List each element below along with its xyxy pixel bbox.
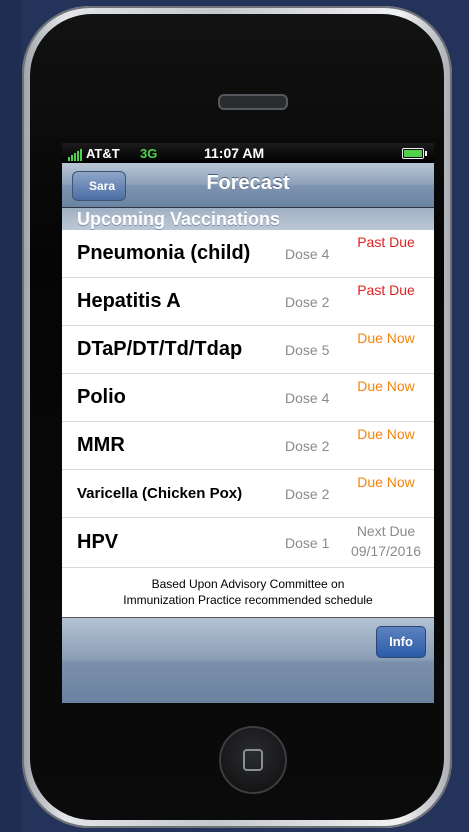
status-line: Past Due (357, 282, 415, 298)
vaccination-list: Pneumonia (child) Dose 4 Past Due Hepati… (62, 230, 434, 568)
status-line: Due Now (357, 330, 415, 346)
status-line: Due Now (357, 426, 415, 442)
battery-icon (402, 148, 427, 159)
status-line: Next Due (356, 523, 416, 539)
vaccine-name: DTaP/DT/Td/Tdap (77, 338, 243, 360)
dose-label: Dose 4 (285, 389, 330, 406)
footnote-line: Immunization Practice recommended schedu… (123, 593, 373, 607)
section-header: Upcoming Vaccinations (62, 208, 434, 230)
status-line: Due Now (357, 378, 415, 394)
status-label: Due Now (348, 474, 424, 490)
status-time: 11:07 AM (204, 145, 265, 161)
vaccine-name: Hepatitis A (77, 290, 181, 312)
page-title: Forecast (206, 172, 290, 194)
dose-label: Dose 2 (285, 437, 330, 454)
status-line: Due Now (357, 474, 415, 490)
vaccine-name: HPV (77, 531, 119, 553)
vaccination-row-mmr[interactable]: MMR Dose 2 Due Now (62, 422, 434, 470)
status-label: Next Due 09/17/2016 (348, 521, 424, 561)
navigation-bar: Sara Forecast (62, 163, 434, 208)
app-screen: AT&T 3G 11:07 AM Sara Forecast Upcoming … (62, 143, 434, 703)
signal-bars-icon (68, 149, 82, 161)
vaccination-row-polio[interactable]: Polio Dose 4 Due Now (62, 374, 434, 422)
background-strip (0, 0, 22, 832)
status-bar: AT&T 3G 11:07 AM (62, 143, 434, 163)
vaccine-name: MMR (77, 434, 125, 456)
status-label: Past Due (348, 282, 424, 298)
status-label: Due Now (348, 330, 424, 346)
status-line: Past Due (357, 234, 415, 250)
status-label: Due Now (348, 378, 424, 394)
network-type-label: 3G (140, 146, 158, 161)
vaccine-name: Polio (77, 386, 126, 408)
vaccination-row-pneumonia[interactable]: Pneumonia (child) Dose 4 Past Due (62, 230, 434, 278)
status-label: Due Now (348, 426, 424, 442)
footnote-line: Based Upon Advisory Committee on (151, 577, 345, 591)
dose-label: Dose 2 (285, 485, 330, 502)
carrier-label: AT&T (86, 146, 120, 161)
vaccination-row-varicella[interactable]: Varicella (Chicken Pox) Dose 2 Due Now (62, 470, 434, 518)
home-square-icon (243, 749, 263, 771)
dose-label: Dose 2 (285, 293, 330, 310)
vaccination-row-dtap[interactable]: DTaP/DT/Td/Tdap Dose 5 Due Now (62, 326, 434, 374)
home-button[interactable] (219, 726, 287, 794)
earpiece-speaker (218, 94, 288, 110)
vaccination-row-hepatitis-a[interactable]: Hepatitis A Dose 2 Past Due (62, 278, 434, 326)
dose-label: Dose 1 (285, 534, 330, 551)
vaccination-row-hpv[interactable]: HPV Dose 1 Next Due 09/17/2016 (62, 518, 434, 568)
dose-label: Dose 4 (285, 245, 330, 262)
info-button[interactable]: Info (376, 626, 426, 658)
schedule-footnote: Based Upon Advisory Committee on Immuniz… (62, 571, 434, 617)
dose-label: Dose 5 (285, 341, 330, 358)
vaccine-name: Varicella (Chicken Pox) (77, 485, 243, 502)
bottom-toolbar: Info (62, 617, 434, 703)
vaccine-name: Pneumonia (child) (77, 242, 251, 264)
status-label: Past Due (348, 234, 424, 250)
next-due-date: 09/17/2016 (350, 543, 422, 559)
